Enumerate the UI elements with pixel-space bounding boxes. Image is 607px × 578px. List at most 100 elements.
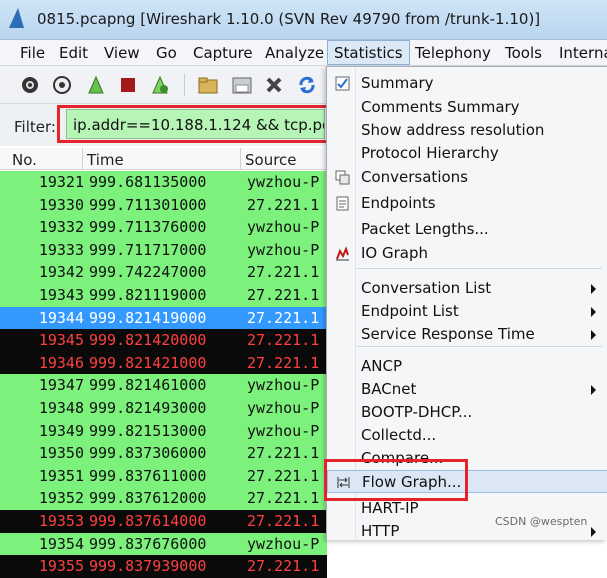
packet-row[interactable]: 19350 999.837306000 27.221.1	[0, 442, 327, 465]
summary-icon	[335, 76, 350, 91]
start-capture-icon[interactable]	[86, 75, 106, 95]
packet-time-cell: 999.821493000	[89, 398, 207, 417]
reload-icon[interactable]	[297, 75, 317, 95]
packet-number-cell: 19347	[38, 376, 84, 395]
stop-capture-icon[interactable]	[118, 75, 138, 95]
menu-tools[interactable]: Tools	[505, 44, 542, 62]
menu-item-label: HART-IP	[361, 499, 419, 517]
menu-item-conversation-list[interactable]: Conversation List	[327, 277, 607, 300]
packet-row[interactable]: 19347 999.821461000 ywzhou-P	[0, 374, 327, 397]
packet-row[interactable]: 19342 999.742247000 27.221.1	[0, 261, 327, 284]
restart-capture-icon[interactable]	[150, 75, 170, 95]
packet-row[interactable]: 19355 999.837939000 27.221.1	[0, 555, 327, 578]
menu-item-ancp[interactable]: ANCP	[327, 355, 607, 378]
packet-time-cell: 999.821461000	[89, 376, 207, 395]
menu-item-protocol-hierarchy[interactable]: Protocol Hierarchy	[327, 142, 607, 165]
packet-source-cell: ywzhou-P	[247, 398, 320, 417]
menu-capture[interactable]: Capture	[193, 44, 253, 62]
menu-item-label: BOOTP-DHCP...	[361, 403, 473, 421]
packet-source-cell: ywzhou-P	[247, 534, 320, 553]
packet-row[interactable]: 19349 999.821513000 ywzhou-P	[0, 419, 327, 443]
submenu-arrow-icon	[591, 527, 596, 537]
menu-view[interactable]: View	[104, 44, 140, 62]
packet-row[interactable]: 19345 999.821420000 27.221.1	[0, 329, 327, 352]
menu-item-endpoints[interactable]: Endpoints	[327, 192, 607, 215]
packet-number-cell: 19349	[38, 421, 84, 440]
submenu-arrow-icon	[591, 284, 596, 294]
packet-time-cell: 999.821513000	[89, 421, 207, 440]
menu-internals[interactable]: Interna	[559, 44, 607, 62]
packet-time-cell: 999.821419000	[89, 308, 207, 327]
menu-item-label: Show address resolution	[361, 121, 545, 139]
menu-separator	[357, 268, 602, 269]
packet-time-cell: 999.742247000	[89, 263, 207, 282]
open-file-icon[interactable]	[198, 75, 218, 95]
packet-source-cell: 27.221.1	[247, 263, 320, 282]
packet-row[interactable]: 19354 999.837676000 ywzhou-P	[0, 532, 327, 556]
packet-row[interactable]: 19344 999.821419000 27.221.1	[0, 306, 327, 330]
packet-source-cell: 27.221.1	[247, 466, 320, 485]
close-file-icon[interactable]	[264, 75, 284, 95]
packet-source-cell: 27.221.1	[247, 489, 320, 508]
menu-item-label: Summary	[361, 74, 434, 92]
menu-item-comments-summary[interactable]: Comments Summary	[327, 96, 607, 119]
menu-item-label: Compare...	[361, 449, 444, 467]
menu-analyze[interactable]: Analyze	[265, 44, 324, 62]
packet-row[interactable]: 19352 999.837612000 27.221.1	[0, 487, 327, 510]
menu-item-collectd[interactable]: Collectd...	[327, 424, 607, 447]
packet-number-cell: 19353	[38, 511, 84, 530]
column-header-time[interactable]: Time	[87, 151, 124, 169]
menu-item-label: Endpoints	[361, 194, 436, 212]
capture-options-icon[interactable]	[52, 75, 72, 95]
packet-row[interactable]: 19321 999.681135000 ywzhou-P	[0, 171, 327, 194]
menu-item-bootp-dhcp[interactable]: BOOTP-DHCP...	[327, 401, 607, 424]
menu-item-bacnet[interactable]: BACnet	[327, 378, 607, 401]
packet-row[interactable]: 19348 999.821493000 ywzhou-P	[0, 396, 327, 420]
packet-row[interactable]: 19346 999.821421000 27.221.1	[0, 351, 327, 375]
packet-list-header: No. Time Source	[0, 148, 327, 170]
menu-bar: File Edit View Go Capture Analyze Statis…	[0, 40, 607, 66]
column-header-source[interactable]: Source	[245, 151, 297, 169]
packet-row[interactable]: 19343 999.821119000 27.221.1	[0, 283, 327, 307]
menu-item-io-graph[interactable]: IO Graph	[327, 242, 607, 265]
packet-row[interactable]: 19332 999.711376000 ywzhou-P	[0, 216, 327, 239]
menu-item-label: Collectd...	[361, 426, 437, 444]
display-filter-input[interactable]: ip.addr==10.188.1.124 && tcp.port	[66, 109, 325, 139]
packet-time-cell: 999.821421000	[89, 353, 207, 372]
packet-time-cell: 999.837614000	[89, 511, 207, 530]
save-file-icon[interactable]	[232, 75, 252, 95]
packet-source-cell: 27.221.1	[247, 331, 320, 350]
menu-go[interactable]: Go	[156, 44, 177, 62]
menu-item-service-response-time[interactable]: Service Response Time	[327, 323, 607, 346]
packet-number-cell: 19346	[38, 353, 84, 372]
menu-file[interactable]: File	[20, 44, 45, 62]
menu-item-compare[interactable]: Compare...	[327, 447, 607, 470]
packet-row[interactable]: 19353 999.837614000 27.221.1	[0, 509, 327, 533]
packet-time-cell: 999.837939000	[89, 557, 207, 576]
column-divider[interactable]	[240, 148, 241, 170]
menu-telephony[interactable]: Telephony	[415, 44, 491, 62]
menu-item-conversations[interactable]: Conversations	[327, 166, 607, 189]
packet-time-cell: 999.711376000	[89, 218, 207, 237]
packet-source-cell: 27.221.1	[247, 308, 320, 327]
packet-row[interactable]: 19330 999.711301000 27.221.1	[0, 193, 327, 217]
menu-item-endpoint-list[interactable]: Endpoint List	[327, 300, 607, 323]
menu-edit[interactable]: Edit	[59, 44, 88, 62]
packet-number-cell: 19342	[38, 263, 84, 282]
packet-time-cell: 999.821119000	[89, 285, 207, 304]
packet-number-cell: 19343	[38, 285, 84, 304]
menu-item-summary[interactable]: Summary	[327, 72, 607, 95]
packet-row[interactable]: 19333 999.711717000 ywzhou-P	[0, 238, 327, 262]
menu-item-flow-graph[interactable]: Flow Graph...	[327, 470, 607, 493]
packet-number-cell: 19333	[38, 240, 84, 259]
menu-item-packet-lengths[interactable]: Packet Lengths...	[327, 218, 607, 241]
menu-item-show-address-resolution[interactable]: Show address resolution	[327, 119, 607, 142]
menu-statistics[interactable]: Statistics	[327, 40, 410, 65]
interfaces-icon[interactable]	[20, 75, 40, 95]
column-header-no[interactable]: No.	[12, 151, 37, 169]
column-divider[interactable]	[82, 148, 83, 170]
packet-row[interactable]: 19351 999.837611000 27.221.1	[0, 464, 327, 488]
packet-time-cell: 999.837306000	[89, 444, 207, 463]
window-title: 0815.pcapng [Wireshark 1.10.0 (SVN Rev 4…	[37, 10, 541, 28]
watermark: CSDN @wespten	[495, 515, 588, 528]
